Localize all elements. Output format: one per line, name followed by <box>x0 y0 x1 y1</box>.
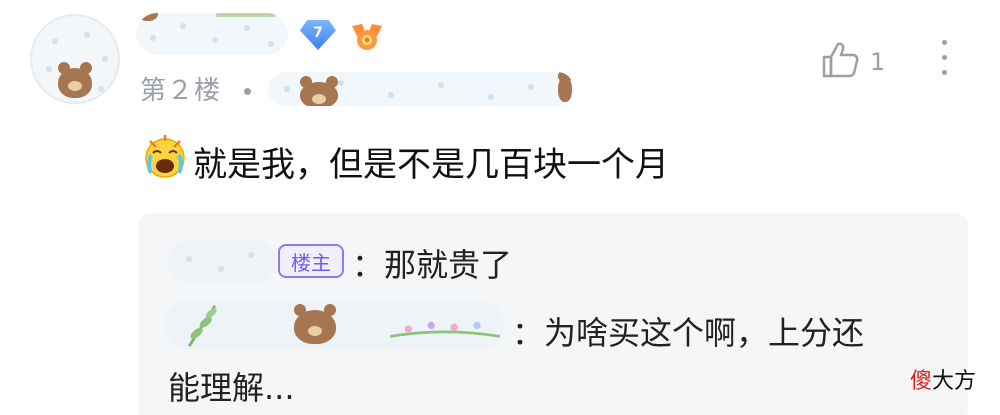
separator-dot <box>244 88 251 95</box>
bear-icon <box>294 304 336 344</box>
comment-text: 就是我，但是不是几百块一个月 <box>193 145 669 185</box>
level-badge: 7 <box>300 20 336 50</box>
like-icon[interactable] <box>820 40 860 80</box>
reply-text: ：为啥买这个啊，上分还 <box>512 314 865 352</box>
floor-label: 第２楼 <box>140 76 222 106</box>
more-icon[interactable] <box>938 40 950 80</box>
op-badge: 楼主 <box>278 244 344 278</box>
crying-emoji-icon <box>145 135 185 178</box>
medal-icon <box>352 24 382 50</box>
bear-icon <box>558 72 572 102</box>
reply-text-continued: 能理解... <box>168 369 295 407</box>
level-gem-icon: 7 <box>300 20 336 50</box>
reply-text: ：那就贵了 <box>352 246 513 284</box>
level-number: 7 <box>313 25 323 41</box>
user-tag-pill <box>268 72 574 106</box>
bear-icon <box>58 62 92 98</box>
leaf-icon <box>188 304 217 347</box>
username-pill[interactable] <box>136 13 288 55</box>
watermark: 傻大方 <box>910 369 977 394</box>
like-count: 1 <box>870 48 886 76</box>
comment-card: 7 第２楼 1 就是我，但是不是几百块一个月 楼主 ：那就贵了 ：为啥买这个啊，… <box>0 0 1000 415</box>
reply-username-pill[interactable] <box>168 240 276 284</box>
bear-icon <box>300 76 338 106</box>
reply-username-pill[interactable] <box>164 300 504 350</box>
bear-icon <box>138 13 158 21</box>
avatar[interactable] <box>30 14 120 104</box>
flowers-icon <box>390 321 500 338</box>
